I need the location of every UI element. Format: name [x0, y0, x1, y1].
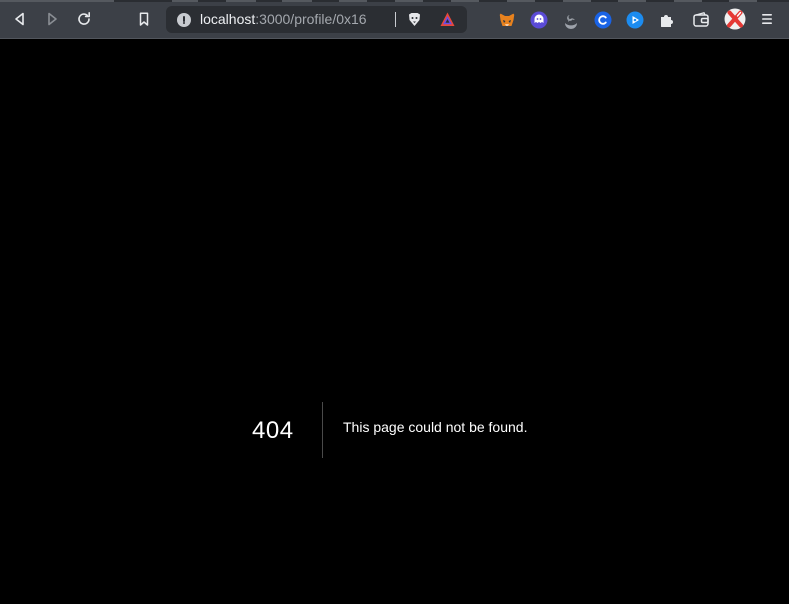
reload-button[interactable] — [73, 8, 95, 30]
metamask-fox-icon[interactable] — [498, 11, 516, 29]
brave-rewards-triangle-icon[interactable] — [439, 11, 456, 28]
tab-indicator[interactable] — [226, 0, 256, 2]
error-code: 404 — [252, 417, 294, 444]
forward-arrow-icon — [48, 12, 57, 26]
tab-indicator[interactable] — [172, 0, 198, 2]
url-separator — [395, 12, 396, 27]
profile-avatar-icon[interactable] — [724, 8, 746, 30]
forward-button[interactable] — [41, 8, 63, 30]
wallet-icon[interactable] — [692, 11, 710, 29]
browser-toolbar: localhost:3000/profile/0x16 — [0, 0, 789, 39]
tab-indicator[interactable] — [674, 0, 702, 2]
tab-indicator[interactable] — [729, 0, 757, 2]
blue-play-icon[interactable] — [626, 11, 644, 29]
back-button[interactable] — [9, 8, 31, 30]
tab-indicator[interactable] — [563, 0, 591, 2]
blue-c-icon[interactable] — [594, 11, 612, 29]
brave-lion-icon[interactable] — [406, 11, 423, 28]
menu-icon[interactable] — [760, 12, 774, 26]
url-text[interactable]: localhost:3000/profile/0x16 — [200, 11, 367, 28]
tab-indicator[interactable] — [339, 0, 367, 2]
reload-icon — [78, 12, 90, 25]
tab-indicator[interactable] — [0, 0, 114, 2]
tab-indicator[interactable] — [507, 0, 535, 2]
url-host: localhost — [200, 11, 256, 27]
tab-indicator[interactable] — [618, 0, 646, 2]
error-message: This page could not be found. — [343, 419, 528, 435]
vertical-divider — [322, 402, 323, 458]
back-arrow-icon — [15, 12, 24, 26]
sleep-moon-icon[interactable] — [562, 11, 580, 29]
url-path: :3000/profile/0x16 — [255, 11, 367, 27]
tab-indicator[interactable] — [282, 0, 312, 2]
info-icon[interactable] — [177, 13, 191, 27]
bookmark-button[interactable] — [133, 8, 155, 30]
tab-indicator[interactable] — [395, 0, 423, 2]
tab-indicator[interactable] — [451, 0, 479, 2]
purple-ghost-icon[interactable] — [530, 11, 548, 29]
not-found-container: 404 This page could not be found. — [0, 402, 789, 458]
tab-strip — [0, 0, 789, 2]
address-bar[interactable]: localhost:3000/profile/0x16 — [166, 6, 467, 33]
bookmark-icon — [139, 12, 149, 26]
puzzle-icon[interactable] — [658, 11, 676, 29]
